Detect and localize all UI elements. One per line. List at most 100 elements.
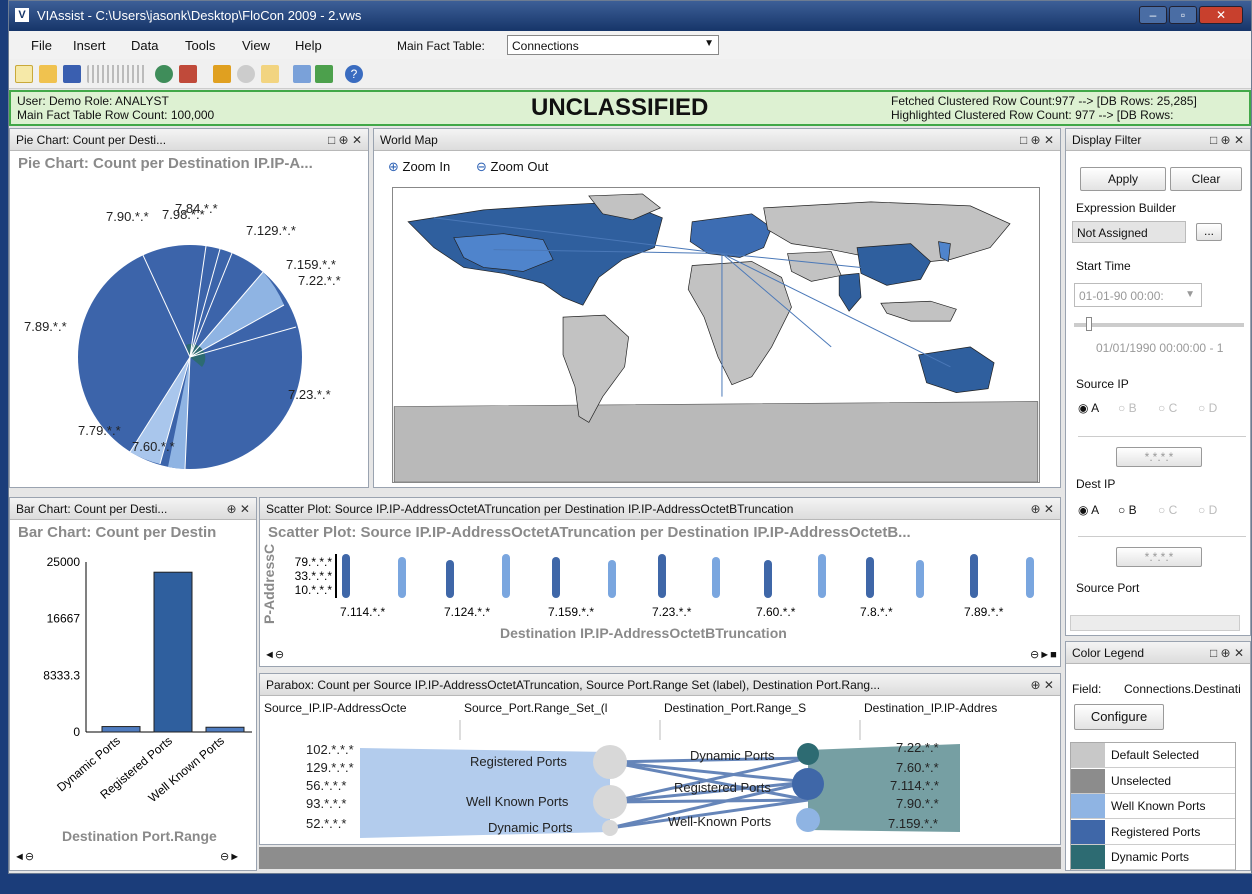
column-header[interactable]: Source_IP.IP-AddressOcte — [264, 701, 454, 715]
scatter-point-column[interactable] — [764, 560, 772, 598]
panel-controls-icon[interactable]: □ ⊕ ✕ — [328, 133, 362, 147]
panel-controls-icon[interactable]: □ ⊕ ✕ — [1210, 646, 1244, 660]
legend-item[interactable]: Default Selected — [1071, 743, 1235, 768]
panel-controls-icon[interactable]: □ ⊕ ✕ — [1020, 133, 1054, 147]
column-header[interactable]: Destination_IP.IP-Addres — [864, 701, 1054, 715]
node-sphere-icon[interactable] — [593, 785, 627, 819]
scatter-chart-title: Scatter Plot: Source IP.IP-AddressOctetA… — [268, 524, 911, 541]
grid-icon[interactable] — [87, 65, 147, 83]
radio-d[interactable]: ○ D — [1198, 401, 1217, 415]
configure-button[interactable]: Configure — [1074, 704, 1164, 730]
legend-label: Registered Ports — [1111, 824, 1201, 839]
scatter-point-column[interactable] — [446, 560, 454, 598]
scatter-point-column[interactable] — [1026, 557, 1034, 598]
scatter-point-column[interactable] — [398, 557, 406, 598]
bar[interactable] — [205, 726, 245, 733]
zoom-in-button[interactable]: ⊕ Zoom In — [388, 159, 450, 175]
help-icon[interactable]: ? — [345, 65, 363, 83]
panel-controls-icon[interactable]: ⊕ ✕ — [227, 502, 250, 516]
fact-table-select[interactable]: Connections ▼ — [507, 35, 719, 55]
minimize-button[interactable]: – — [1139, 6, 1167, 24]
radio-a[interactable]: ◉ A — [1078, 401, 1099, 415]
menu-file[interactable]: File — [31, 38, 52, 53]
legend-swatch — [1071, 845, 1105, 869]
bar-chart-title: Bar Chart: Count per Destin — [18, 524, 217, 541]
menu-view[interactable]: View — [242, 38, 270, 53]
radio-c[interactable]: ○ C — [1158, 503, 1177, 517]
scatter-point-column[interactable] — [658, 554, 666, 598]
legend-item[interactable]: Well Known Ports — [1071, 794, 1235, 819]
legend-item[interactable]: Unselected — [1071, 768, 1235, 794]
expression-builder-button[interactable]: ... — [1196, 223, 1222, 241]
radio-c[interactable]: ○ C — [1158, 401, 1177, 415]
new-file-icon[interactable] — [15, 65, 33, 83]
scatter-point-column[interactable] — [502, 554, 510, 598]
scatter-point-column[interactable] — [916, 560, 924, 598]
scatter-point-column[interactable] — [712, 557, 720, 598]
scatter-scroll-left[interactable]: ◄⊖ — [264, 648, 284, 661]
scatter-point-column[interactable] — [552, 557, 560, 598]
bar[interactable] — [153, 571, 193, 733]
legend-item[interactable]: Dynamic Ports — [1071, 845, 1235, 870]
source-ip-mask-field[interactable]: *.*.*.* — [1116, 447, 1202, 467]
filter-icon[interactable] — [213, 65, 231, 83]
column-header[interactable]: Source_Port.Range_Set_(l — [464, 701, 654, 715]
close-button[interactable]: ✕ — [1199, 6, 1243, 24]
radio-b[interactable]: ○ B — [1118, 503, 1137, 517]
globe-icon[interactable] — [155, 65, 173, 83]
bar-scrollbar[interactable]: ◄⊖ — [14, 850, 34, 863]
save-icon[interactable] — [63, 65, 81, 83]
world-map-svg[interactable] — [392, 187, 1040, 483]
panel-controls-icon[interactable]: ⊕ ✕ — [1031, 502, 1054, 516]
scatter-point-column[interactable] — [866, 557, 874, 598]
zoom-out-button[interactable]: ⊖ Zoom Out — [476, 159, 548, 175]
dest-ip-slider[interactable] — [1078, 525, 1246, 537]
bar[interactable] — [101, 726, 141, 733]
node-sphere-icon[interactable] — [796, 808, 820, 832]
filter-scrollbar[interactable] — [1070, 615, 1240, 631]
slider-thumb-icon[interactable] — [1086, 317, 1092, 331]
radio-d[interactable]: ○ D — [1198, 503, 1217, 517]
parabox-scrollbar[interactable] — [259, 847, 1061, 869]
radio-b[interactable]: ○ B — [1118, 401, 1137, 415]
scatter-scroll-right[interactable]: ⊖►■ — [1030, 648, 1057, 661]
refresh-icon[interactable] — [237, 65, 255, 83]
scatter-point-column[interactable] — [970, 554, 978, 598]
dst-port-label: Well-Known Ports — [668, 814, 772, 829]
menu-help[interactable]: Help — [295, 38, 322, 53]
legend-panel-title: Color Legend — [1072, 646, 1145, 660]
export-icon[interactable] — [315, 65, 333, 83]
chevron-down-icon: ▼ — [704, 38, 714, 49]
clear-button[interactable]: Clear — [1170, 167, 1242, 191]
column-header[interactable]: Destination_Port.Range_S — [664, 701, 854, 715]
expression-field[interactable]: Not Assigned — [1072, 221, 1186, 243]
dest-ip-radio-group: ◉ A ○ B ○ C ○ D — [1078, 503, 1248, 519]
copy-icon[interactable] — [261, 65, 279, 83]
node-sphere-icon[interactable] — [602, 820, 618, 836]
apply-button[interactable]: Apply — [1080, 167, 1166, 191]
chart-icon[interactable] — [179, 65, 197, 83]
maximize-button[interactable]: ▫ — [1169, 6, 1197, 24]
scatter-point-column[interactable] — [608, 560, 616, 598]
parabox-column-headers: Source_IP.IP-AddressOcte Source_Port.Ran… — [260, 698, 1060, 718]
scatter-point-column[interactable] — [818, 554, 826, 598]
source-ip-slider[interactable] — [1078, 425, 1246, 437]
node-sphere-icon[interactable] — [797, 743, 819, 765]
start-time-select[interactable]: 01-01-90 00:00: ▼ — [1074, 283, 1202, 307]
menu-insert[interactable]: Insert — [73, 38, 106, 53]
menu-data[interactable]: Data — [131, 38, 158, 53]
node-sphere-icon[interactable] — [792, 768, 824, 800]
legend-label: Unselected — [1111, 773, 1172, 788]
legend-item[interactable]: Registered Ports — [1071, 819, 1235, 845]
panel-controls-icon[interactable]: ⊕ ✕ — [1031, 678, 1054, 692]
start-time-slider[interactable] — [1074, 323, 1244, 327]
node-sphere-icon[interactable] — [593, 745, 627, 779]
report-icon[interactable] — [293, 65, 311, 83]
panel-controls-icon[interactable]: □ ⊕ ✕ — [1210, 133, 1244, 147]
menu-tools[interactable]: Tools — [185, 38, 215, 53]
scatter-point-column[interactable] — [342, 554, 350, 598]
bar-scroll-right[interactable]: ⊖► — [220, 850, 240, 863]
open-folder-icon[interactable] — [39, 65, 57, 83]
dest-ip-mask-field[interactable]: *.*.*.* — [1116, 547, 1202, 567]
radio-a[interactable]: ◉ A — [1078, 503, 1099, 517]
